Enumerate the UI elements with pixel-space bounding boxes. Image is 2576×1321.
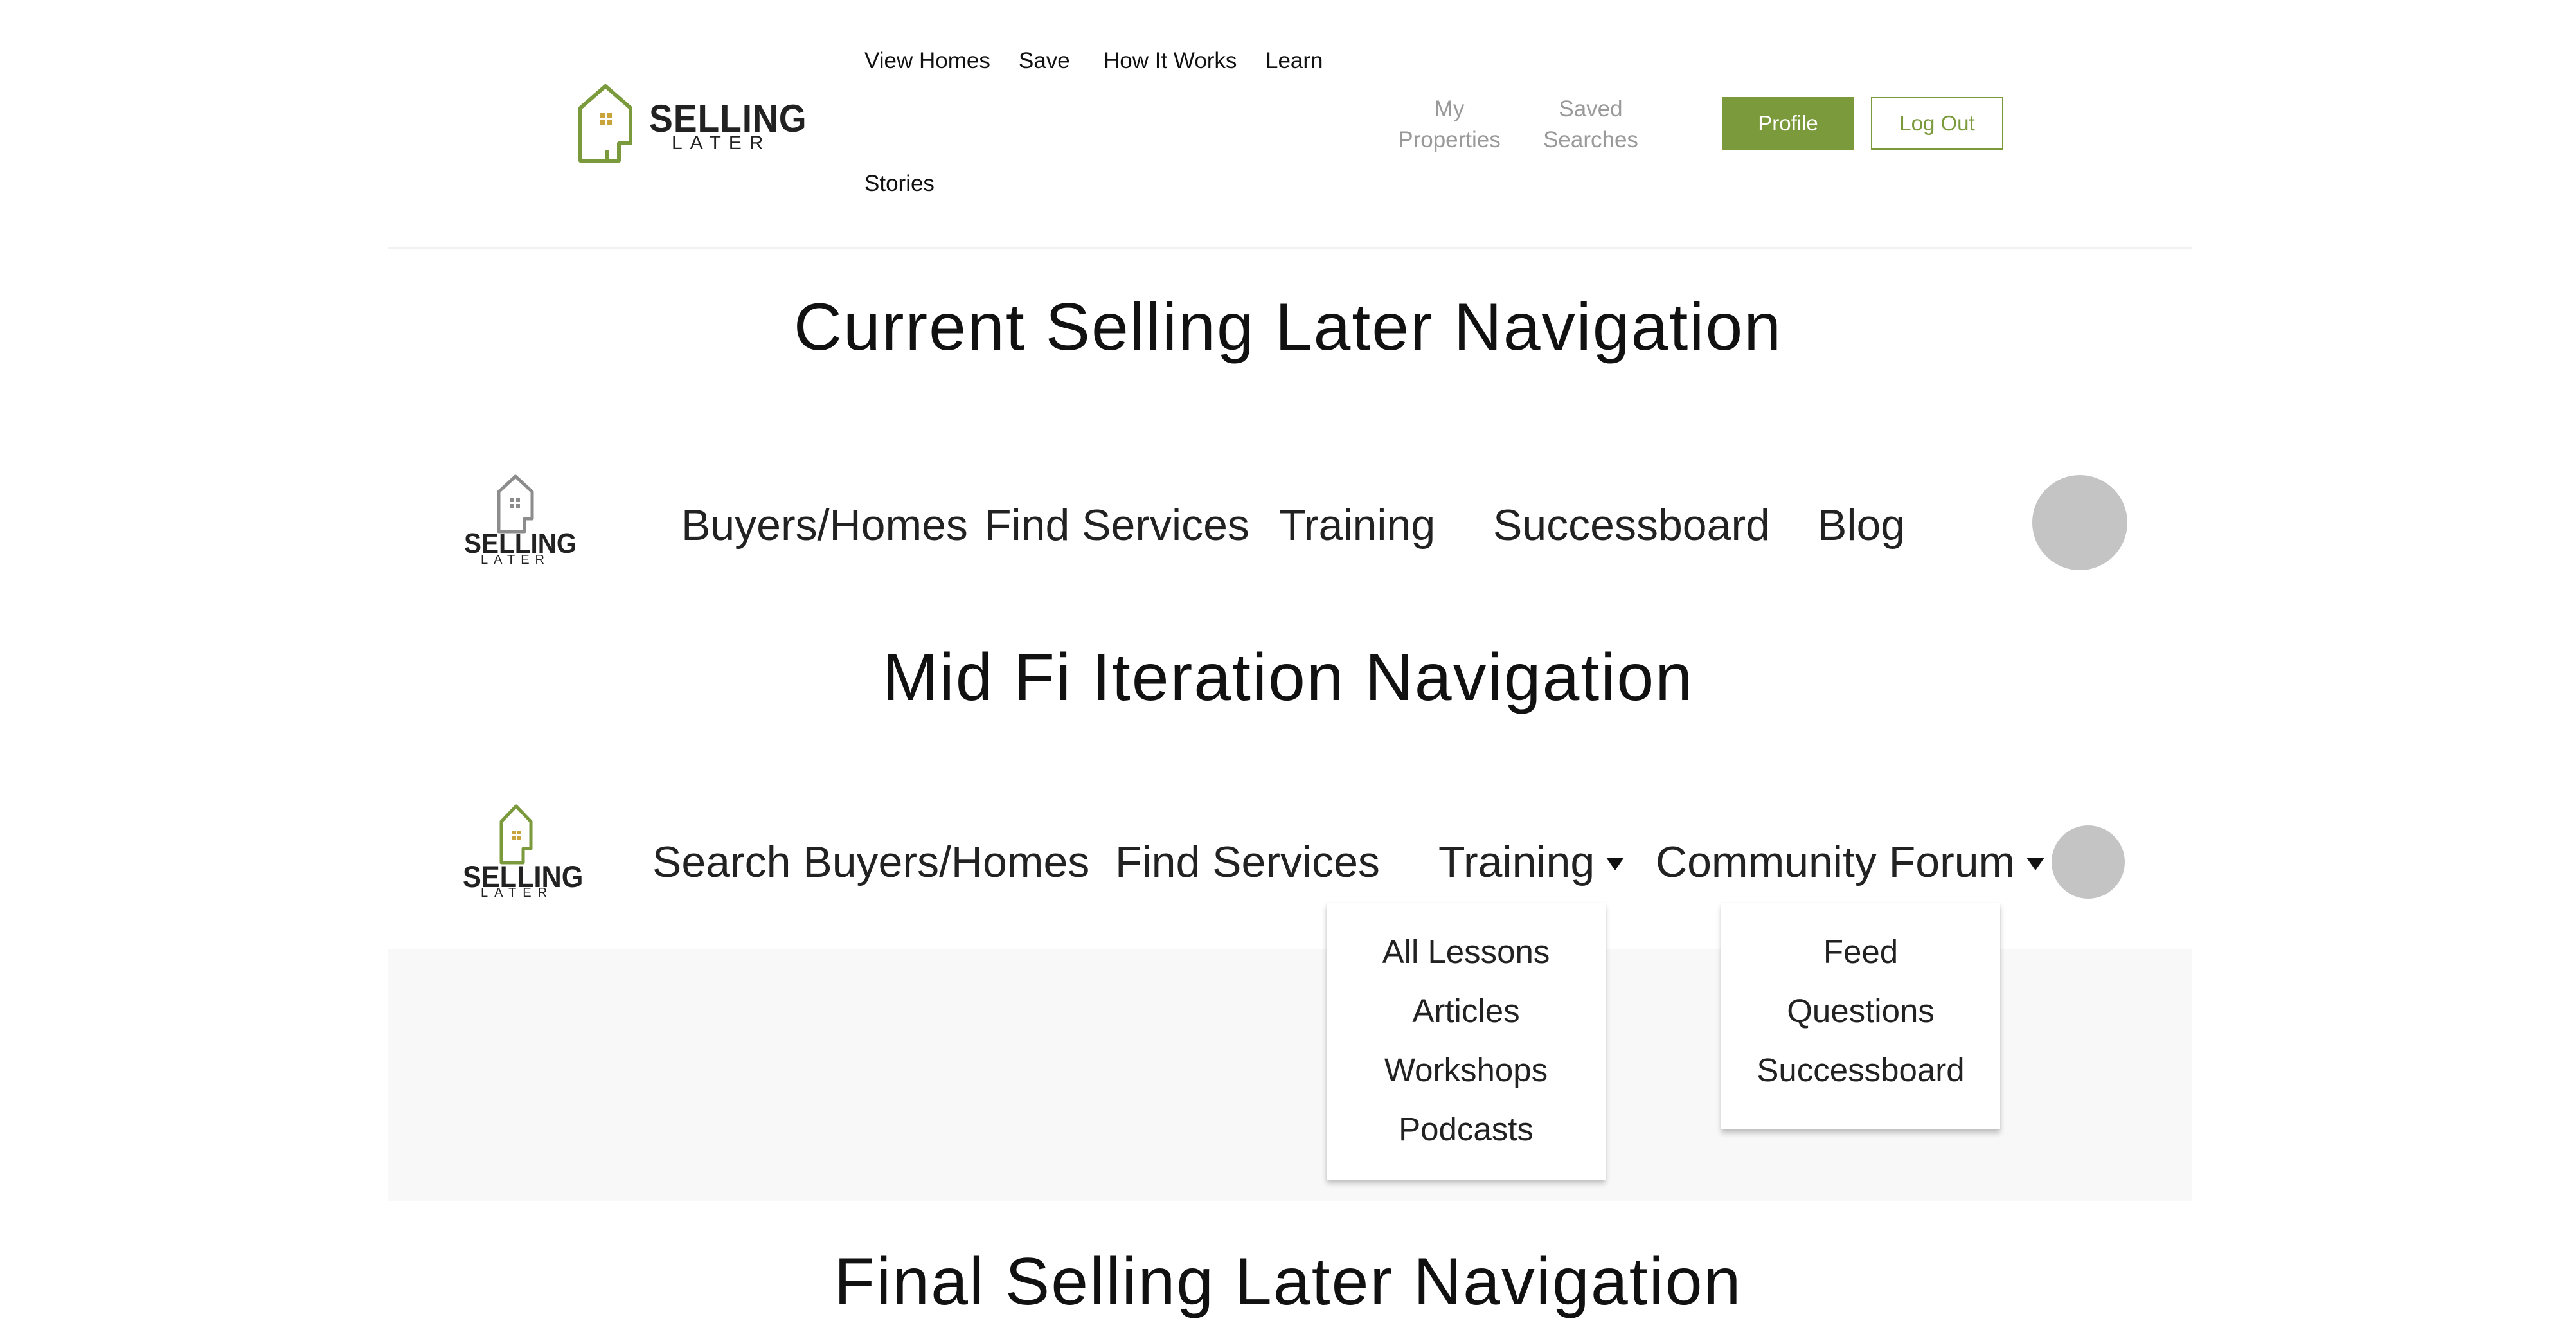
logout-button[interactable]: Log Out bbox=[1871, 97, 2003, 150]
selling-later-logo-gray[interactable]: SELLING LATER bbox=[463, 472, 577, 569]
my-properties-line2: Properties bbox=[1398, 127, 1501, 152]
avatar[interactable] bbox=[2032, 475, 2127, 570]
community-forum-label: Community Forum bbox=[1656, 838, 2016, 886]
nav-successboard[interactable]: Successboard bbox=[1493, 500, 1770, 550]
menu-item-successboard[interactable]: Successboard bbox=[1757, 1041, 1964, 1100]
avatar[interactable] bbox=[2052, 825, 2125, 899]
saved-searches-line2: Searches bbox=[1543, 127, 1638, 152]
nav-search-buyers-homes[interactable]: Search Buyers/Homes bbox=[652, 837, 1089, 887]
nav-learn[interactable]: Learn bbox=[1266, 48, 1323, 74]
training-label: Training bbox=[1438, 838, 1595, 886]
training-dropdown: All Lessons Articles Workshops Podcasts bbox=[1327, 903, 1606, 1180]
caret-down-icon bbox=[2026, 858, 2045, 870]
nav-training[interactable]: Training bbox=[1279, 500, 1435, 550]
nav-saved-searches[interactable]: Saved Searches bbox=[1539, 94, 1642, 156]
nav-find-services[interactable]: Find Services bbox=[1115, 837, 1380, 887]
nav-blog[interactable]: Blog bbox=[1818, 500, 1905, 550]
logo-word-later: LATER bbox=[481, 553, 550, 567]
menu-item-podcasts[interactable]: Podcasts bbox=[1399, 1100, 1534, 1159]
nav-find-services[interactable]: Find Services bbox=[985, 500, 1249, 550]
menu-item-feed[interactable]: Feed bbox=[1823, 922, 1898, 982]
nav-community-forum-menu[interactable]: Community Forum bbox=[1656, 837, 2045, 887]
selling-later-logo-green[interactable]: SELLING LATER bbox=[463, 802, 583, 900]
logo-word-later: LATER bbox=[672, 132, 771, 154]
menu-item-workshops[interactable]: Workshops bbox=[1384, 1041, 1548, 1100]
caption-mid-fi-nav: Mid Fi Iteration Navigation bbox=[882, 640, 1694, 715]
nav-my-properties[interactable]: My Properties bbox=[1395, 94, 1504, 156]
community-forum-dropdown: Feed Questions Successboard bbox=[1721, 903, 2000, 1129]
nav-buyers-homes[interactable]: Buyers/Homes bbox=[681, 500, 968, 550]
nav-training-menu[interactable]: Training bbox=[1438, 837, 1625, 887]
caret-down-icon bbox=[1606, 858, 1625, 870]
menu-item-questions[interactable]: Questions bbox=[1787, 982, 1935, 1041]
nav-view-homes[interactable]: View Homes bbox=[864, 48, 990, 74]
menu-item-all-lessons[interactable]: All Lessons bbox=[1382, 922, 1550, 982]
nav-stories[interactable]: Stories bbox=[864, 171, 935, 197]
logo-word-later: LATER bbox=[481, 886, 553, 900]
caption-current-nav: Current Selling Later Navigation bbox=[793, 290, 1783, 364]
profile-button[interactable]: Profile bbox=[1722, 97, 1854, 150]
menu-item-articles[interactable]: Articles bbox=[1412, 982, 1519, 1041]
nav-save[interactable]: Save bbox=[1019, 48, 1070, 74]
nav-how-it-works[interactable]: How It Works bbox=[1104, 48, 1237, 74]
header-divider bbox=[388, 247, 2192, 249]
my-properties-line1: My bbox=[1434, 96, 1465, 121]
selling-later-logo[interactable]: SELLING LATER bbox=[575, 82, 807, 166]
caption-final-nav: Final Selling Later Navigation bbox=[834, 1245, 1742, 1319]
saved-searches-line1: Saved bbox=[1559, 96, 1623, 121]
